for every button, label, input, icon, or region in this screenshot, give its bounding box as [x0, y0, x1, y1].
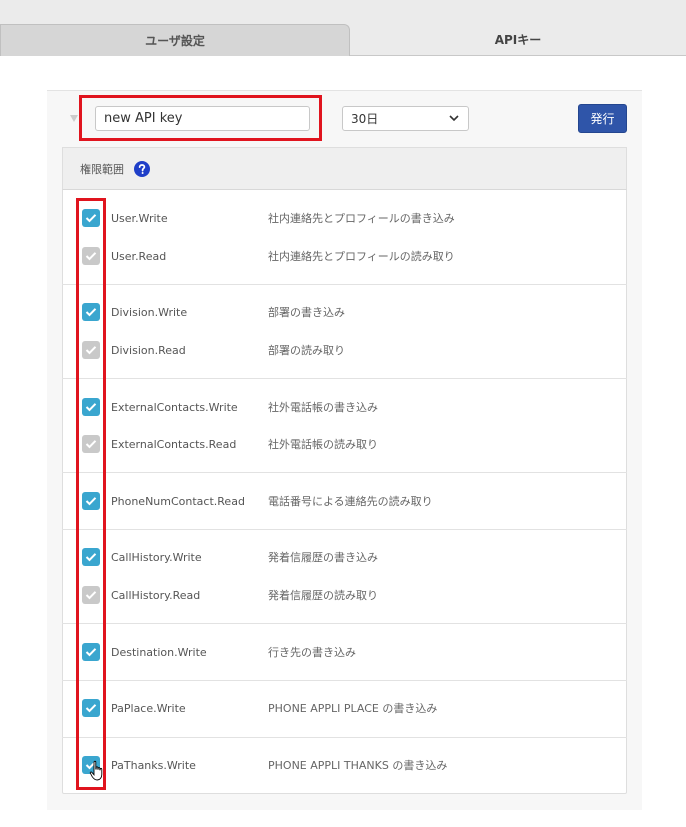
tab-api-keys-label: APIキー: [494, 33, 542, 47]
group-divider: [62, 623, 627, 624]
scope-name: CallHistory.Read: [111, 588, 201, 602]
group-divider: [62, 472, 627, 473]
scope-name: CallHistory.Write: [111, 550, 202, 564]
scope-row-division-write: Division.Write 部署の書き込み: [62, 293, 627, 331]
chevron-down-icon: [449, 115, 459, 122]
tab-user-settings[interactable]: ユーザ設定: [0, 24, 350, 56]
scope-name: PaPlace.Write: [111, 701, 186, 715]
scope-name: ExternalContacts.Read: [111, 437, 237, 451]
highlight-box-key-name: [79, 95, 322, 141]
scope-row-destination-write: Destination.Write 行き先の書き込み: [62, 633, 627, 671]
group-divider: [62, 284, 627, 285]
scope-row-paplace-write: PaPlace.Write PHONE APPLI PLACE の書き込み: [62, 689, 627, 727]
period-select[interactable]: 30日: [342, 106, 469, 131]
scope-description: 社外電話帳の書き込み: [268, 401, 378, 414]
scope-row-externalcontacts-write: ExternalContacts.Write 社外電話帳の書き込み: [62, 388, 627, 426]
scope-name: ExternalContacts.Write: [111, 400, 238, 414]
group-divider: [62, 378, 627, 379]
tab-user-settings-label: ユーザ設定: [145, 34, 205, 48]
scope-row-callhistory-read: CallHistory.Read 発着信履歴の読み取り: [62, 576, 627, 614]
scope-row-user-write: User.Write 社内連絡先とプロフィールの書き込み: [62, 199, 627, 237]
scope-row-pathanks-write: PaThanks.Write PHONE APPLI THANKS の書き込み: [62, 746, 627, 784]
scope-description: 電話番号による連絡先の読み取り: [268, 495, 433, 508]
scope-description: 部署の書き込み: [268, 306, 345, 319]
question-circle-icon[interactable]: [134, 160, 150, 177]
tab-api-keys[interactable]: APIキー: [350, 24, 686, 56]
scope-header: 権限範囲: [62, 147, 627, 190]
issue-button-label: 発行: [590, 112, 615, 126]
scope-row-callhistory-write: CallHistory.Write 発着信履歴の書き込み: [62, 538, 627, 576]
scope-row-user-read: User.Read 社内連絡先とプロフィールの読み取り: [62, 237, 627, 275]
scope-row-phonenumcontact-read: PhoneNumContact.Read 電話番号による連絡先の読み取り: [62, 482, 627, 520]
scope-description: 行き先の書き込み: [268, 646, 356, 659]
hand-cursor-icon: [89, 760, 103, 781]
scope-description: 社内連絡先とプロフィールの書き込み: [268, 212, 455, 225]
scope-description: 発着信履歴の書き込み: [268, 551, 378, 564]
scope-description: 部署の読み取り: [268, 344, 345, 357]
scope-description: 社外電話帳の読み取り: [268, 438, 378, 451]
scope-row-externalcontacts-read: ExternalContacts.Read 社外電話帳の読み取り: [62, 425, 627, 463]
group-divider: [62, 737, 627, 738]
issue-button[interactable]: 発行: [578, 104, 627, 133]
highlight-box-checkboxes: [76, 198, 106, 790]
scope-description: 社内連絡先とプロフィールの読み取り: [268, 250, 455, 263]
scope-name: Division.Read: [111, 343, 186, 357]
period-select-value: 30日: [351, 112, 379, 126]
scope-row-division-read: Division.Read 部署の読み取り: [62, 331, 627, 369]
collapse-arrow-icon[interactable]: [70, 115, 78, 122]
scope-name: PhoneNumContact.Read: [111, 494, 245, 508]
group-divider: [62, 680, 627, 681]
scope-name: Division.Write: [111, 305, 188, 319]
group-divider: [62, 529, 627, 530]
scope-description: 発着信履歴の読み取り: [268, 589, 378, 602]
scope-name: PaThanks.Write: [111, 758, 196, 772]
scope-header-label: 権限範囲: [80, 162, 124, 176]
tab-bar: ユーザ設定 APIキー: [0, 0, 686, 56]
scope-description: PHONE APPLI THANKS の書き込み: [268, 759, 448, 772]
scope-name: User.Read: [111, 249, 167, 263]
scope-name: Destination.Write: [111, 645, 207, 659]
scope-description: PHONE APPLI PLACE の書き込み: [268, 702, 438, 715]
scope-name: User.Write: [111, 211, 168, 225]
